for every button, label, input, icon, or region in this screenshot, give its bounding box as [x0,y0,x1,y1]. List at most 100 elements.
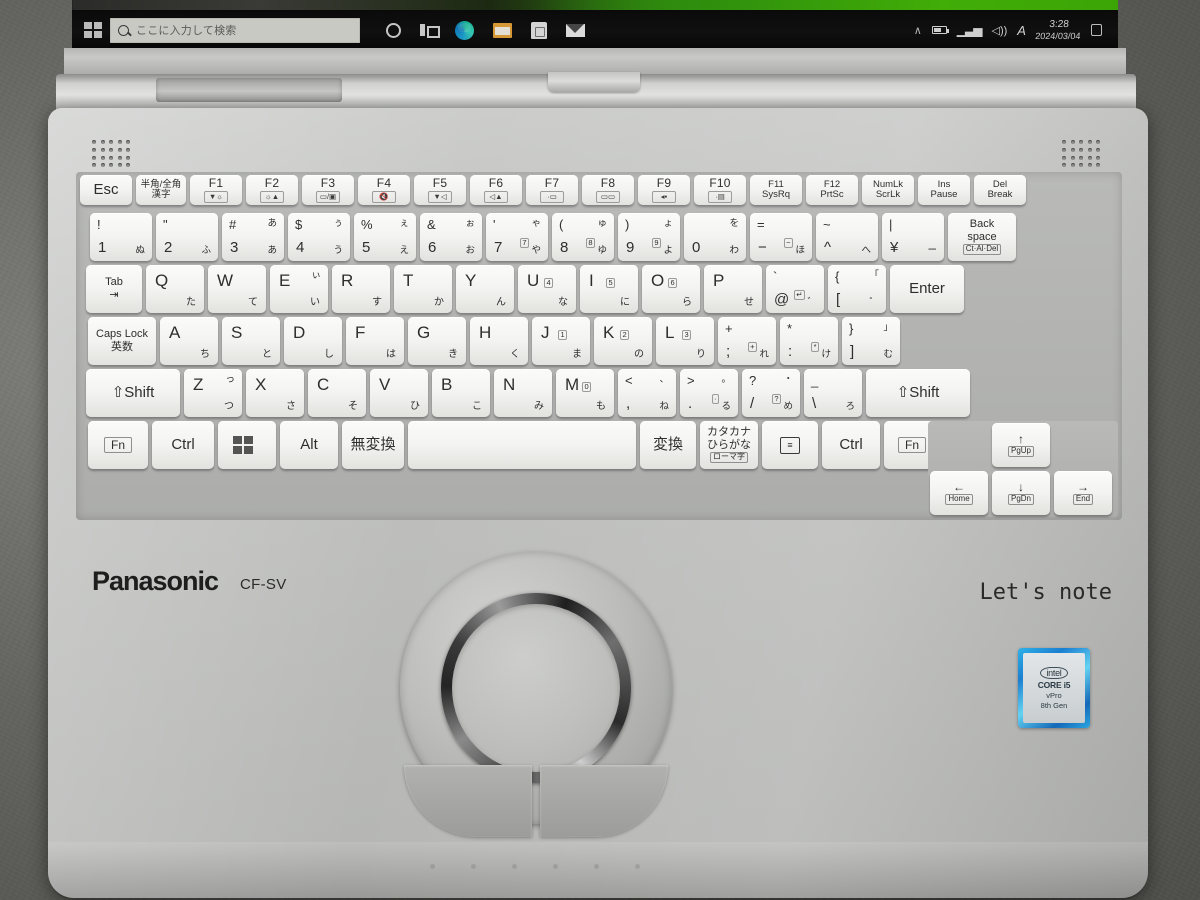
key-f8[interactable]: F8 ▭▭ [582,175,634,205]
key-minus[interactable]: = − ほ − [750,213,812,261]
trackpad-surface[interactable] [452,604,620,772]
key-w[interactable]: Wて [208,265,266,313]
key-bracket-left[interactable]: {[「゜ [828,265,886,313]
key-bracket-right[interactable]: }] 」む [842,317,900,365]
clock[interactable]: 3:28 2024/03/04 [1035,19,1082,41]
key-a[interactable]: Aち [160,317,218,365]
key-4[interactable]: $4 ぅう [288,213,350,261]
key-8[interactable]: (8 ゅゆ 8 [552,213,614,261]
key-muhenkan[interactable]: 無変換 [342,421,404,469]
key-comma[interactable]: <, 、ね [618,369,676,417]
key-m[interactable]: M も0 [556,369,614,417]
show-desktop-button[interactable] [1091,24,1102,36]
task-view-icon[interactable] [420,23,440,38]
key-arrow-down[interactable]: ↓ PgDn [992,471,1050,515]
key-ctrl-left[interactable]: Ctrl [152,421,214,469]
key-slash[interactable]: ? / ・め? [742,369,800,417]
key-esc[interactable]: Esc [80,175,132,205]
key-3[interactable]: #3 ああ [222,213,284,261]
ime-indicator[interactable]: A [1017,23,1026,38]
key-f11[interactable]: F11 SysRq [750,175,802,205]
key-i[interactable]: I に5 [580,265,638,313]
key-1[interactable]: ! 1 ぬ [90,213,152,261]
key-henkan[interactable]: 変換 [640,421,696,469]
key-ins[interactable]: Ins Pause [918,175,970,205]
key-del[interactable]: Del Break [974,175,1026,205]
key-colon[interactable]: *: け * [780,317,838,365]
key-alt-left[interactable]: Alt [280,421,338,469]
key-hankaku-zenkaku[interactable]: 半角/全角 漢字 [136,175,186,205]
key-f4[interactable]: F4 🔇 [358,175,410,205]
key-at[interactable]: ` @ ゛ ↵ [766,265,824,313]
key-6[interactable]: & 6 ぉお [420,213,482,261]
key-space[interactable] [408,421,636,469]
key-9[interactable]: ) 9 ょよ 9 [618,213,680,261]
key-underscore[interactable]: _ \ ろ [804,369,862,417]
key-f3[interactable]: F3 ▭/▣ [302,175,354,205]
key-b[interactable]: Bこ [432,369,490,417]
key-f6[interactable]: F6 ◁▲ [470,175,522,205]
key-ctrl-right[interactable]: Ctrl [822,421,880,469]
key-2[interactable]: " 2 ふ [156,213,218,261]
key-period[interactable]: >. 。る · [680,369,738,417]
key-q[interactable]: Qた [146,265,204,313]
key-v[interactable]: Vひ [370,369,428,417]
key-arrow-right[interactable]: → End [1054,471,1112,515]
mail-icon[interactable] [566,23,585,37]
key-g[interactable]: Gき [408,317,466,365]
key-f7[interactable]: F7 ·▭ [526,175,578,205]
key-0[interactable]: 0 をわ [684,213,746,261]
key-x[interactable]: Xさ [246,369,304,417]
network-icon[interactable]: ▁▃▅ [957,23,983,37]
circular-trackpad[interactable] [400,552,672,837]
key-u[interactable]: U な4 [518,265,576,313]
key-h[interactable]: Hく [470,317,528,365]
key-tab[interactable]: Tab ⇥ [86,265,142,313]
key-f9[interactable]: F9 ◂▪ [638,175,690,205]
key-r[interactable]: Rす [332,265,390,313]
key-f10[interactable]: F10 ·▤ [694,175,746,205]
key-e[interactable]: E ぃい [270,265,328,313]
file-explorer-icon[interactable] [493,22,512,38]
key-f12[interactable]: F12 PrtSc [806,175,858,205]
key-p[interactable]: Pせ [704,265,762,313]
key-d[interactable]: Dし [284,317,342,365]
key-z[interactable]: Z っつ [184,369,242,417]
key-shift-left[interactable]: ⇧Shift [86,369,180,417]
key-7[interactable]: ' 7 ゃや 7 [486,213,548,261]
key-n[interactable]: Nみ [494,369,552,417]
key-windows[interactable] [218,421,276,469]
key-menu[interactable]: ≡ [762,421,818,469]
key-t[interactable]: Tか [394,265,452,313]
tray-chevron-icon[interactable]: ∧ [914,24,922,37]
key-yen[interactable]: | ¥ ー [882,213,944,261]
key-enter[interactable]: Enter [890,265,964,313]
key-c[interactable]: Cそ [308,369,366,417]
key-caps-lock[interactable]: Caps Lock 英数 [88,317,156,365]
key-numlk[interactable]: NumLk ScrLk [862,175,914,205]
key-katakana-hiragana[interactable]: カタカナ ひらがな ローマ字 [700,421,758,469]
key-j[interactable]: J ま1 [532,317,590,365]
key-k[interactable]: K の2 [594,317,652,365]
microsoft-store-icon[interactable] [531,21,547,39]
cortana-icon[interactable] [386,22,401,38]
key-o[interactable]: O ら6 [642,265,700,313]
key-f2[interactable]: F2 ☼▲ [246,175,298,205]
key-f[interactable]: Fは [346,317,404,365]
key-s[interactable]: Sと [222,317,280,365]
key-y[interactable]: Yん [456,265,514,313]
key-f5[interactable]: F5 ▼◁ [414,175,466,205]
key-fn-left[interactable]: Fn [88,421,148,469]
key-backspace[interactable]: Back space Ct·Al·Del [948,213,1016,261]
key-l[interactable]: L り3 [656,317,714,365]
edge-icon[interactable] [455,20,474,40]
key-arrow-left[interactable]: ← Home [930,471,988,515]
volume-icon[interactable]: ◁)) [991,24,1007,37]
key-f1[interactable]: F1 ▼☼ [190,175,242,205]
key-semicolon[interactable]: +; れ + [718,317,776,365]
key-caret[interactable]: ~ ^ へ [816,213,878,261]
battery-icon[interactable] [931,26,949,34]
keyboard[interactable]: Esc 半角/全角 漢字 F1 ▼☼ F2 ☼▲ F3 ▭/▣ F4 🔇 F5 ▼◁ F6 ◁▲ F7 ·▭ F8… [76,172,1122,520]
key-5[interactable]: % 5 ぇえ [354,213,416,261]
key-shift-right[interactable]: ⇧Shift [866,369,970,417]
